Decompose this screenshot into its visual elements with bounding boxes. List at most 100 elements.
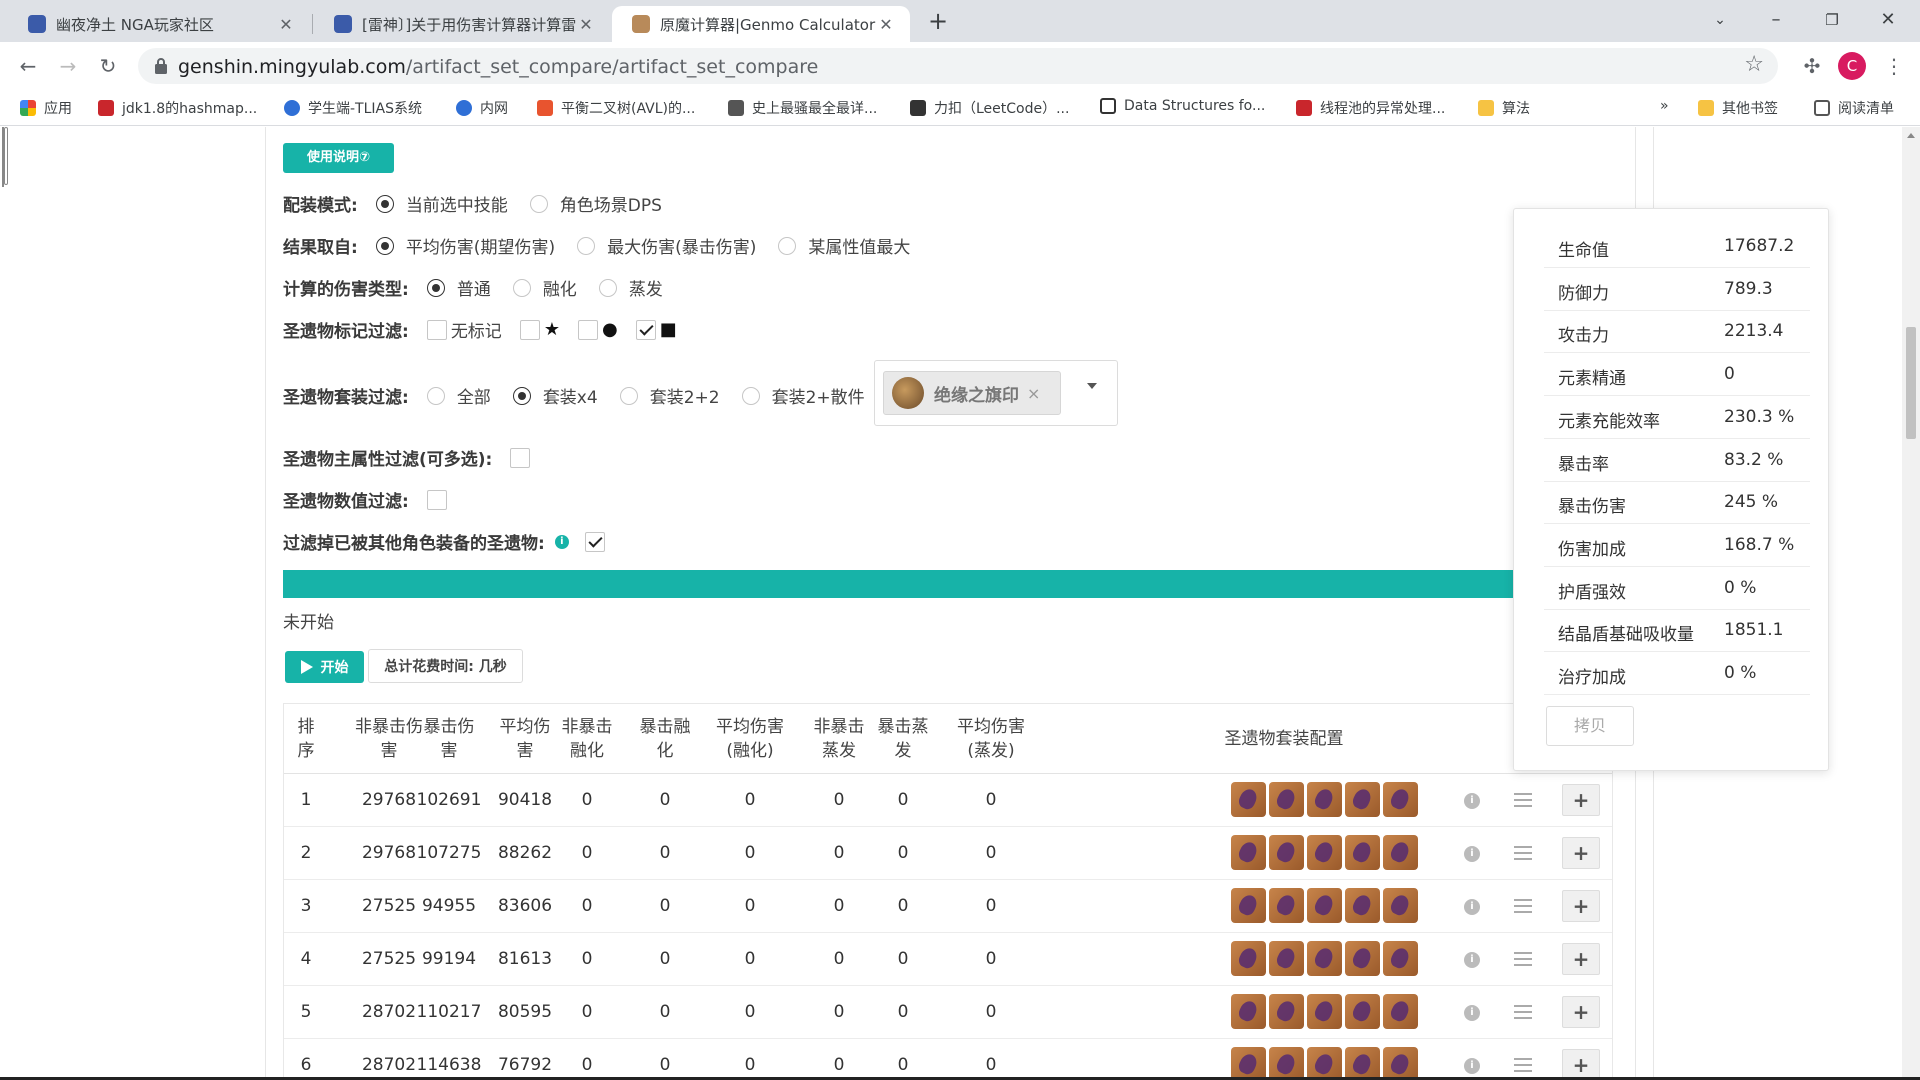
- close-icon[interactable]: ✕: [576, 15, 596, 34]
- artifact-icon[interactable]: [1345, 994, 1380, 1029]
- damage-option-melt[interactable]: 融化: [512, 275, 577, 300]
- add-button[interactable]: +: [1562, 943, 1600, 975]
- close-icon[interactable]: ✕: [876, 15, 896, 34]
- menu-kebab-icon[interactable]: ⋮: [1878, 50, 1910, 82]
- damage-option-normal[interactable]: 普通: [426, 275, 491, 300]
- add-button[interactable]: +: [1562, 1049, 1600, 1080]
- close-icon[interactable]: ✕: [276, 15, 296, 34]
- value-filter-toggle[interactable]: [426, 489, 451, 510]
- artifact-icon[interactable]: [1231, 782, 1266, 817]
- artifact-icon[interactable]: [1345, 782, 1380, 817]
- back-arrow-icon[interactable]: ←: [12, 50, 44, 82]
- bookmark-other[interactable]: 其他书签: [1698, 98, 1778, 118]
- checkbox[interactable]: [577, 319, 598, 340]
- extensions-puzzle-icon[interactable]: ✣: [1796, 50, 1828, 82]
- list-icon[interactable]: [1514, 952, 1532, 966]
- radio-button[interactable]: [512, 278, 531, 297]
- artifact-icon[interactable]: [1231, 1047, 1266, 1080]
- copy-button[interactable]: 拷贝: [1546, 706, 1634, 746]
- list-icon[interactable]: [1514, 1005, 1532, 1019]
- radio-button[interactable]: [741, 386, 760, 405]
- bookmark-apps[interactable]: 应用: [20, 98, 72, 118]
- artifact-icon[interactable]: [1345, 835, 1380, 870]
- info-icon[interactable]: i: [554, 534, 569, 549]
- artifact-icon[interactable]: [1269, 782, 1304, 817]
- bookmark-reading-list[interactable]: 阅读清单: [1814, 98, 1894, 118]
- bookmark-article[interactable]: 史上最骚最全最详...: [728, 98, 877, 118]
- set-select-dropdown[interactable]: 绝缘之旗印 ×: [874, 360, 1118, 426]
- radio-button[interactable]: [375, 194, 394, 213]
- mark-filter-square[interactable]: ■: [635, 319, 677, 340]
- bookmark-avl[interactable]: 平衡二叉树(AVL)的...: [537, 98, 695, 118]
- radio-button[interactable]: [598, 278, 617, 297]
- total-time-button[interactable]: 总计花费时间: 几秒: [368, 649, 523, 683]
- bookmark-threadpool[interactable]: 线程池的异常处理...: [1296, 98, 1445, 118]
- add-button[interactable]: +: [1562, 837, 1600, 869]
- artifact-icon[interactable]: [1307, 941, 1342, 976]
- artifact-icon[interactable]: [1307, 1047, 1342, 1080]
- radio-button[interactable]: [426, 278, 445, 297]
- artifact-icon[interactable]: [1231, 994, 1266, 1029]
- bookmark-data-structures[interactable]: Data Structures fo...: [1100, 98, 1265, 114]
- restore-icon[interactable]: ❐: [1804, 0, 1860, 40]
- main-stat-filter-toggle[interactable]: [510, 447, 534, 468]
- address-bar[interactable]: genshin.mingyulab.com/artifact_set_compa…: [138, 48, 1778, 84]
- artifact-icon[interactable]: [1231, 835, 1266, 870]
- add-button[interactable]: +: [1562, 890, 1600, 922]
- radio-button[interactable]: [512, 386, 531, 405]
- artifact-icon[interactable]: [1383, 888, 1418, 923]
- artifact-icon[interactable]: [1231, 941, 1266, 976]
- artifact-icon[interactable]: [1345, 1047, 1380, 1080]
- radio-button[interactable]: [529, 194, 548, 213]
- artifact-icon[interactable]: [1345, 888, 1380, 923]
- minimize-icon[interactable]: –: [1748, 0, 1804, 40]
- radio-button[interactable]: [375, 236, 394, 255]
- tab-genmo-calculator[interactable]: 原魔计算器|Genmo Calculator|G ✕: [612, 6, 910, 42]
- bookmark-tlias[interactable]: 学生端-TLIAS系统: [284, 98, 422, 118]
- reload-icon[interactable]: ↻: [92, 50, 124, 82]
- checkbox[interactable]: [635, 319, 656, 340]
- window-close-icon[interactable]: ✕: [1860, 0, 1916, 40]
- artifact-icon[interactable]: [1345, 941, 1380, 976]
- bookmark-overflow[interactable]: »: [1660, 98, 1669, 114]
- artifact-icon[interactable]: [1307, 994, 1342, 1029]
- tab-search-chevron-icon[interactable]: ⌄: [1692, 0, 1748, 40]
- radio-button[interactable]: [426, 386, 445, 405]
- list-icon[interactable]: [1514, 793, 1532, 807]
- list-icon[interactable]: [1514, 899, 1532, 913]
- checkbox[interactable]: [519, 319, 540, 340]
- caret-down-icon[interactable]: [1087, 383, 1097, 389]
- result-option-max[interactable]: 最大伤害(暴击伤害): [577, 233, 756, 258]
- info-icon[interactable]: i: [1464, 846, 1480, 862]
- info-icon[interactable]: i: [1464, 1058, 1480, 1074]
- info-icon[interactable]: i: [1464, 1005, 1480, 1021]
- mode-option-scene-dps[interactable]: 角色场景DPS: [529, 191, 662, 216]
- mark-filter-none[interactable]: 无标记: [426, 317, 502, 342]
- checkbox[interactable]: [510, 447, 531, 468]
- tab-nga[interactable]: 幽夜净土 NGA玩家社区 ✕: [8, 6, 310, 42]
- info-icon[interactable]: i: [1464, 793, 1480, 809]
- artifact-icon[interactable]: [1383, 941, 1418, 976]
- mark-filter-circle[interactable]: ●: [577, 319, 618, 340]
- set-option-all[interactable]: 全部: [426, 383, 491, 408]
- set-option-2plus-misc[interactable]: 套装2+散件: [741, 383, 865, 408]
- checkbox[interactable]: [426, 319, 447, 340]
- artifact-icon[interactable]: [1307, 888, 1342, 923]
- artifact-icon[interactable]: [1269, 941, 1304, 976]
- checkbox[interactable]: [584, 531, 605, 552]
- bookmark-intranet[interactable]: 内网: [456, 98, 508, 118]
- help-button[interactable]: 使用说明⑦: [283, 143, 394, 173]
- add-button[interactable]: +: [1562, 996, 1600, 1028]
- profile-avatar[interactable]: C: [1838, 52, 1866, 80]
- mode-option-current-skill[interactable]: 当前选中技能: [375, 191, 508, 216]
- artifact-icon[interactable]: [1307, 782, 1342, 817]
- radio-button[interactable]: [577, 236, 596, 255]
- bookmark-hashmap[interactable]: jdk1.8的hashmap...: [98, 98, 257, 118]
- set-option-4pc[interactable]: 套装x4: [512, 383, 598, 408]
- artifact-icon[interactable]: [1383, 782, 1418, 817]
- add-button[interactable]: +: [1562, 784, 1600, 816]
- artifact-icon[interactable]: [1383, 1047, 1418, 1080]
- bookmark-star-icon[interactable]: ☆: [1744, 52, 1764, 77]
- damage-option-vaporize[interactable]: 蒸发: [598, 275, 663, 300]
- list-icon[interactable]: [1514, 846, 1532, 860]
